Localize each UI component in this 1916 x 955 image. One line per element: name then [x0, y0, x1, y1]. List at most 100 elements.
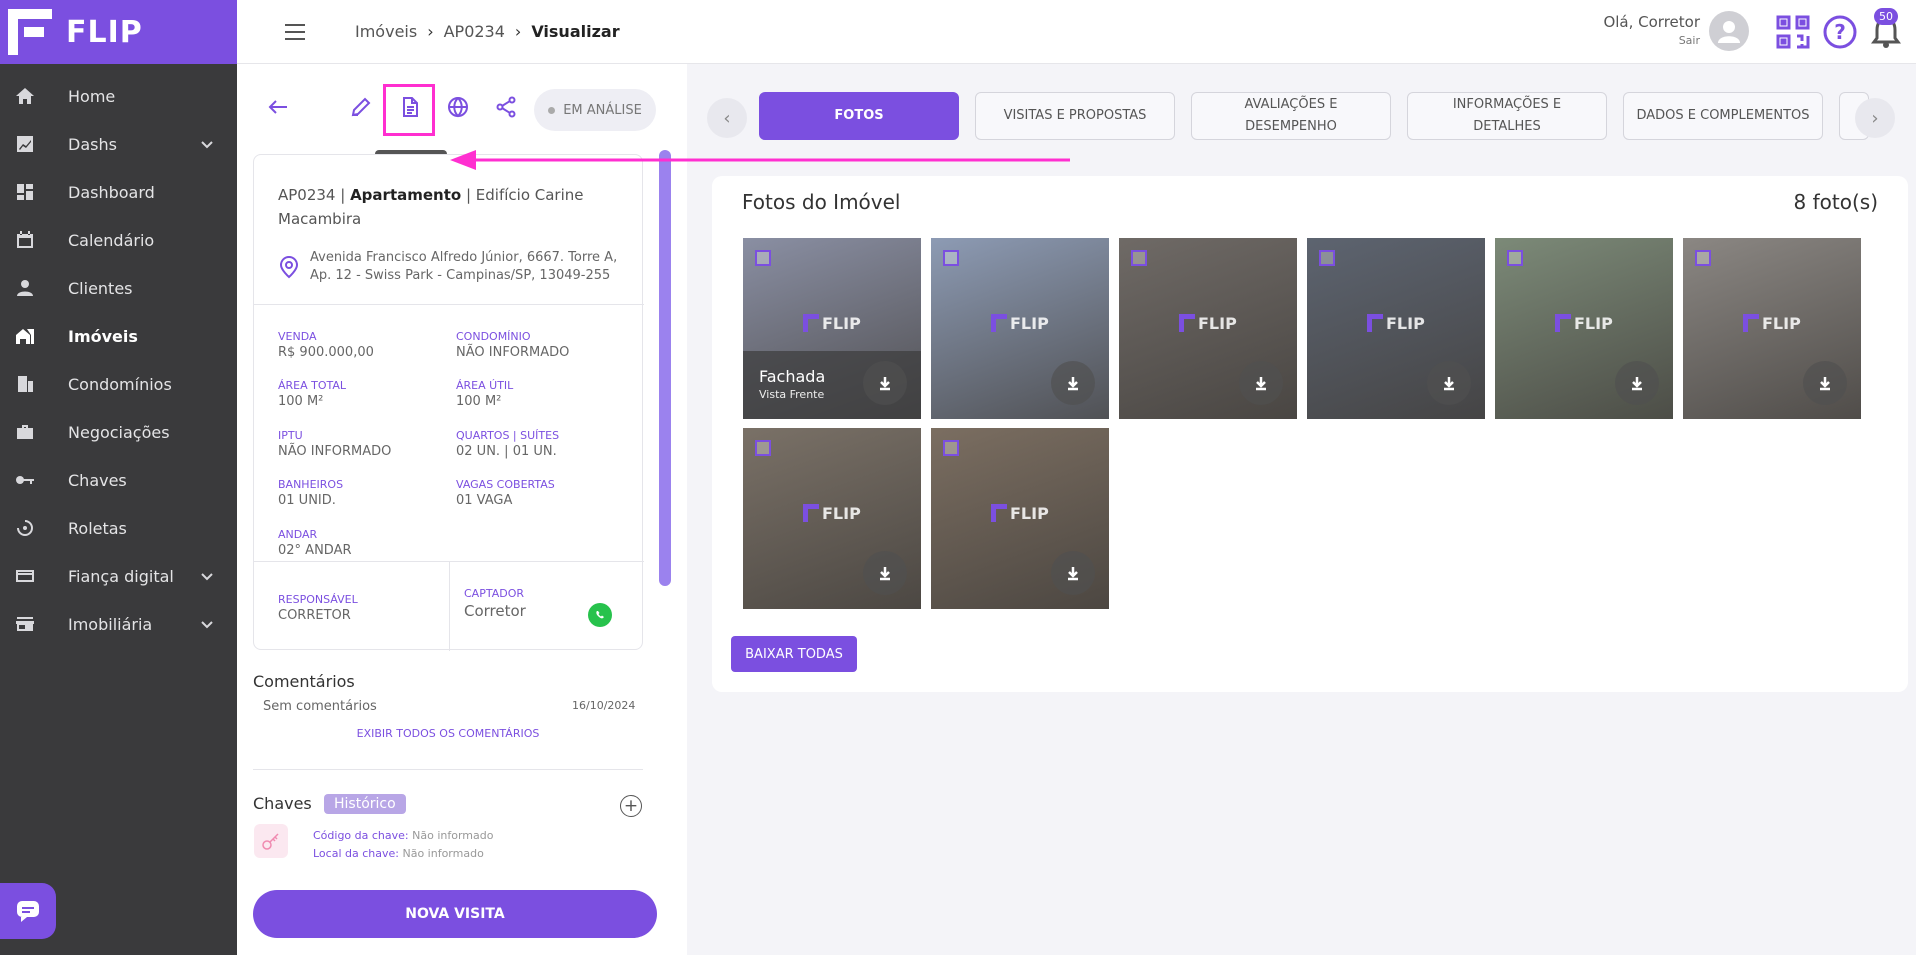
photo-thumbnail[interactable]: FLIP [1119, 238, 1297, 419]
key-place-label: Local da chave: [313, 847, 399, 860]
sidebar-item-roletas[interactable]: Roletas [0, 504, 237, 552]
breadcrumb-imoveis[interactable]: Imóveis [355, 22, 417, 41]
download-icon[interactable] [1615, 361, 1659, 405]
menu-icon[interactable] [285, 24, 305, 40]
field-label: ÁREA ÚTIL [456, 379, 514, 392]
location-pin-icon [279, 255, 299, 279]
property-address: Avenida Francisco Alfredo Júnior, 6667. … [310, 250, 618, 283]
field-label: VAGAS COBERTAS [456, 478, 555, 491]
sidebar-item-home[interactable]: Home [0, 72, 237, 120]
breadcrumb-code[interactable]: AP0234 [444, 22, 505, 41]
add-circle-icon[interactable]: + [620, 795, 642, 817]
sidebar-item-imoveis[interactable]: Imóveis [0, 312, 237, 360]
globe-icon[interactable] [445, 94, 471, 120]
history-button[interactable]: Histórico [324, 794, 406, 814]
share-icon[interactable] [493, 94, 519, 120]
qr-code-icon[interactable] [1775, 14, 1811, 50]
scrollbar-thumb[interactable] [659, 150, 671, 586]
photo-checkbox[interactable] [755, 250, 771, 266]
field-venda: VENDA R$ 900.000,00 [278, 330, 374, 360]
chevron-down-icon[interactable] [199, 616, 215, 632]
sidebar-item-fianca-digital[interactable]: Fiança digital [0, 552, 237, 600]
annotation-highlight-box [383, 84, 435, 136]
photo-thumbnail[interactable]: FLIP [1683, 238, 1861, 419]
photo-thumbnail[interactable]: FLIP [931, 428, 1109, 609]
help-icon[interactable]: ? [1822, 14, 1858, 50]
photo-thumbnail[interactable]: FLIP [1495, 238, 1673, 419]
chevron-down-icon[interactable] [199, 568, 215, 584]
sidebar-item-condominios[interactable]: Condomínios [0, 360, 237, 408]
divider [449, 561, 450, 651]
key-icon [254, 824, 288, 858]
back-arrow-icon[interactable] [265, 94, 291, 120]
photo-thumbnail[interactable]: FLIP [931, 238, 1109, 419]
chevron-right-icon[interactable]: › [1855, 98, 1895, 138]
photo-checkbox[interactable] [943, 440, 959, 456]
sidebar-item-negociacoes[interactable]: Negociações [0, 408, 237, 456]
photo-checkbox[interactable] [943, 250, 959, 266]
sidebar-item-calendario[interactable]: Calendário [0, 216, 237, 264]
property-type: Apartamento [350, 186, 462, 204]
new-visit-button[interactable]: NOVA VISITA [253, 890, 657, 938]
watermark: FLIP [1367, 314, 1425, 333]
home-icon [14, 85, 36, 107]
chat-button[interactable] [0, 883, 56, 939]
logout-link[interactable]: Sair [1603, 34, 1700, 47]
chat-icon [17, 901, 39, 922]
photo-thumbnail[interactable]: FLIP Fachada Vista Frente [743, 238, 921, 419]
photo-checkbox[interactable] [1131, 250, 1147, 266]
tab-avaliacoes-desempenho[interactable]: AVALIAÇÕES E DESEMPENHO [1191, 92, 1391, 140]
property-title: AP0234 | Apartamento | Edifício Carine M… [278, 186, 584, 228]
field-value: 01 UNID. [278, 493, 336, 508]
sidebar-item-label: Home [68, 86, 116, 106]
status-label: EM ANÁLISE [563, 102, 642, 118]
field-responsavel: RESPONSÁVEL CORRETOR [278, 593, 358, 623]
chevron-right-icon: › [427, 22, 434, 41]
sidebar-item-clientes[interactable]: Clientes [0, 264, 237, 312]
sidebar-item-imobiliaria[interactable]: Imobiliária [0, 600, 237, 648]
chevron-down-icon[interactable] [199, 136, 215, 152]
show-all-comments-link[interactable]: EXIBIR TODOS OS COMENTÁRIOS [237, 727, 659, 740]
tab-informacoes-detalhes[interactable]: INFORMAÇÕES E DETALHES [1407, 92, 1607, 140]
download-all-button[interactable]: BAIXAR TODAS [731, 636, 857, 672]
field-captador: CAPTADOR Corretor [464, 587, 526, 620]
photos-title: Fotos do Imóvel [742, 190, 901, 214]
sidebar-item-label: Dashs [68, 134, 117, 154]
panel-scrollbar[interactable] [659, 150, 671, 586]
photo-checkbox[interactable] [1695, 250, 1711, 266]
field-andar: ANDAR 02° ANDAR [278, 528, 352, 558]
sidebar-item-dashs[interactable]: Dashs [0, 120, 237, 168]
photo-checkbox[interactable] [755, 440, 771, 456]
photo-thumbnail[interactable]: FLIP [1307, 238, 1485, 419]
download-icon[interactable] [1051, 361, 1095, 405]
photo-checkbox[interactable] [1319, 250, 1335, 266]
download-icon[interactable] [1803, 361, 1847, 405]
edit-pencil-icon[interactable] [348, 94, 374, 120]
roulette-icon [14, 517, 36, 539]
key-icon [14, 469, 36, 491]
field-label: CONDOMÍNIO [456, 330, 531, 343]
download-icon[interactable] [863, 361, 907, 405]
tab-fotos[interactable]: FOTOS [759, 92, 959, 140]
field-label: CAPTADOR [464, 587, 525, 600]
chevron-left-icon[interactable]: ‹ [707, 98, 747, 138]
sidebar-item-chaves[interactable]: Chaves [0, 456, 237, 504]
download-icon[interactable] [1239, 361, 1283, 405]
user-greeting: Olá, Corretor Sair [1603, 13, 1700, 47]
watermark: FLIP [991, 504, 1049, 523]
field-value: NÃO INFORMADO [456, 345, 570, 360]
field-value: 02° ANDAR [278, 543, 352, 558]
download-icon[interactable] [1051, 551, 1095, 595]
download-icon[interactable] [863, 551, 907, 595]
tab-dados-complementos[interactable]: DADOS E COMPLEMENTOS [1623, 92, 1823, 140]
whatsapp-icon[interactable] [588, 603, 612, 627]
brand-logo[interactable]: FLIP [0, 0, 237, 64]
photo-checkbox[interactable] [1507, 250, 1523, 266]
avatar[interactable] [1709, 11, 1749, 51]
sidebar: FLIP Home Dashs Dashboard Calendário Cli… [0, 0, 237, 955]
sidebar-item-dashboard[interactable]: Dashboard [0, 168, 237, 216]
photo-thumbnail[interactable]: FLIP [743, 428, 921, 609]
download-icon[interactable] [1427, 361, 1471, 405]
tab-visitas-propostas[interactable]: VISITAS E PROPOSTAS [975, 92, 1175, 140]
sidebar-item-label: Clientes [68, 278, 133, 298]
